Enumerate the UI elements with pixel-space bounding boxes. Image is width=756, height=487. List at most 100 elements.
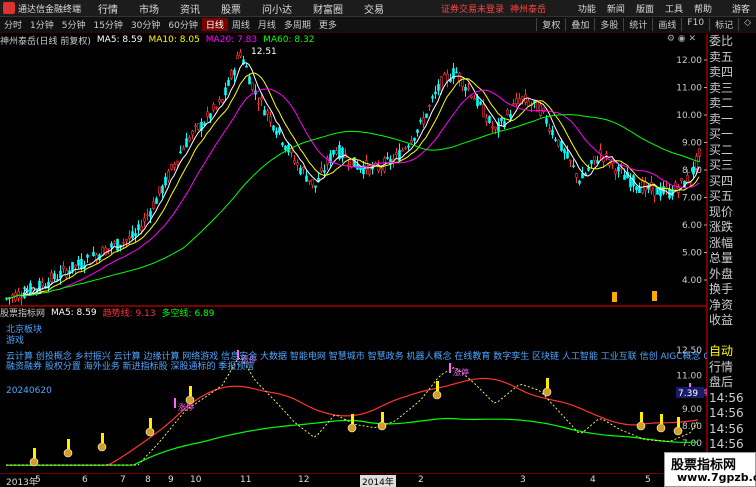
quote-panel-item[interactable]: 14:56 <box>708 422 756 438</box>
quote-panel-item[interactable]: 14:56 <box>708 391 756 407</box>
candle-body <box>434 91 437 95</box>
statistics-button[interactable]: 统计 <box>623 18 652 31</box>
candle-body <box>299 167 302 175</box>
period-5min[interactable]: 5分钟 <box>58 18 90 31</box>
candle-body <box>551 130 554 136</box>
draw-line-button[interactable]: 画线 <box>652 18 681 31</box>
candle-body <box>260 97 263 101</box>
quote-panel-item[interactable]: 收益 <box>708 313 756 329</box>
menu-stocks[interactable]: 股票 <box>221 1 241 16</box>
candle-body <box>248 76 251 85</box>
candle-body <box>176 160 179 165</box>
candle-body <box>209 113 212 119</box>
period-weekly[interactable]: 周线 <box>228 18 254 31</box>
quote-panel-item[interactable]: 外盘 <box>708 267 756 283</box>
quote-panel-item[interactable]: 买四 <box>708 174 756 190</box>
quote-panel-item[interactable]: 卖二 <box>708 96 756 112</box>
period-1min[interactable]: 1分钟 <box>26 18 58 31</box>
menu-news[interactable]: 资讯 <box>180 1 200 16</box>
menu-quotes[interactable]: 行情 <box>98 1 118 16</box>
quote-panel-item[interactable]: 涨跌 <box>708 220 756 236</box>
menu-market[interactable]: 市场 <box>139 1 159 16</box>
ma10-value: MA10: 8.05 <box>148 35 200 45</box>
period-more[interactable]: 更多 <box>315 18 341 31</box>
ma10-line <box>5 72 700 300</box>
candle-body <box>488 116 491 123</box>
menu-ask[interactable]: 问小达 <box>262 1 292 16</box>
quote-panel-item[interactable]: 卖三 <box>708 81 756 97</box>
menu-news-right[interactable]: 新闻 <box>607 2 625 15</box>
candle-body <box>137 224 140 231</box>
watermark-logo: 股票指标网 www.7gpzb.com <box>664 452 756 487</box>
quote-panel-item[interactable]: 卖一 <box>708 112 756 128</box>
menu-trade[interactable]: 交易 <box>364 1 384 16</box>
candle-body <box>656 187 659 195</box>
buy-signal-bar <box>101 433 104 443</box>
period-monthly[interactable]: 月线 <box>254 18 280 31</box>
time-axis-label: 4 <box>590 475 596 485</box>
quote-panel-item[interactable]: 委比 <box>708 34 756 50</box>
diamond-icon[interactable]: ◇ <box>738 18 756 31</box>
quote-panel-item[interactable]: 涨幅 <box>708 236 756 252</box>
candle-body <box>365 160 368 171</box>
candle-body <box>569 159 572 162</box>
indicator-name[interactable]: 股票指标网 <box>0 306 45 319</box>
mark-button[interactable]: 标记 <box>709 18 738 31</box>
candle-body <box>407 145 410 148</box>
candle-body <box>623 174 626 180</box>
candle-body <box>323 170 326 173</box>
period-daily[interactable]: 日线 <box>201 18 228 31</box>
quote-panel-item[interactable] <box>708 329 756 345</box>
menu-wealth[interactable]: 财富圈 <box>313 1 343 16</box>
quote-panel-item[interactable]: 换手 <box>708 282 756 298</box>
menu-layout[interactable]: 版面 <box>636 2 654 15</box>
buy-signal-bar <box>189 386 192 396</box>
menu-tools[interactable]: 工具 <box>665 2 683 15</box>
overlay-button[interactable]: 叠加 <box>565 18 594 31</box>
period-multi[interactable]: 多周期 <box>280 18 315 31</box>
account-status[interactable]: 证券交易未登录 <box>441 2 504 15</box>
adjust-button[interactable]: 复权 <box>536 18 565 31</box>
quote-panel-item[interactable]: 14:56 <box>708 437 756 453</box>
moving-average-lines <box>5 62 700 300</box>
quote-panel-item[interactable]: 卖五 <box>708 50 756 66</box>
period-timeshare[interactable]: 分时 <box>0 18 26 31</box>
candle-body <box>164 176 167 186</box>
quote-panel-item[interactable]: 总量 <box>708 251 756 267</box>
quote-panel-item[interactable]: 买二 <box>708 143 756 159</box>
guest-user[interactable]: 游客 <box>732 2 750 15</box>
title-bar: 通达信金融终端 行情 市场 资讯 股票 问小达 财富圈 交易 证券交易未登录 神… <box>0 0 756 17</box>
quote-panel-item[interactable]: 盘后 <box>708 375 756 391</box>
candle-body <box>485 117 488 122</box>
quote-panel-item[interactable]: 卖四 <box>708 65 756 81</box>
candle-body <box>431 96 434 99</box>
quote-panel-item[interactable]: 买一 <box>708 127 756 143</box>
period-60min[interactable]: 60分钟 <box>164 18 201 31</box>
candle-body <box>161 185 164 194</box>
chart-settings-icon[interactable]: ⚙ ◉ ✕ <box>667 34 696 44</box>
f10-button[interactable]: F10 <box>681 18 709 31</box>
quote-panel-item[interactable]: 14:56 <box>708 406 756 422</box>
multi-stock-button[interactable]: 多股 <box>594 18 623 31</box>
candle-body <box>548 128 551 132</box>
candle-body <box>413 137 416 141</box>
candle-body <box>479 101 482 105</box>
time-axis-label: 3 <box>520 475 526 485</box>
quote-panel-item[interactable]: 买五 <box>708 189 756 205</box>
menu-help[interactable]: 帮助 <box>694 2 712 15</box>
candle-body <box>257 102 260 105</box>
quote-panel-item[interactable]: 现价 <box>708 205 756 221</box>
period-15min[interactable]: 15分钟 <box>89 18 126 31</box>
candle-body <box>545 118 548 124</box>
chart-canvas[interactable]: 12.0011.0010.009.008.007.006.005.004.00 … <box>0 0 756 487</box>
menu-functions[interactable]: 功能 <box>578 2 596 15</box>
quote-panel-item[interactable]: 净资 <box>708 298 756 314</box>
candle-body <box>698 148 701 157</box>
quote-panel-item[interactable]: 行情 <box>708 360 756 376</box>
quote-panel-item[interactable]: 买三 <box>708 158 756 174</box>
indicator-tick-label: 9.00 <box>682 405 702 415</box>
candle-body <box>266 110 269 115</box>
period-30min[interactable]: 30分钟 <box>127 18 164 31</box>
candle-body <box>440 76 443 91</box>
quote-panel-item[interactable]: 自动 <box>708 344 756 360</box>
